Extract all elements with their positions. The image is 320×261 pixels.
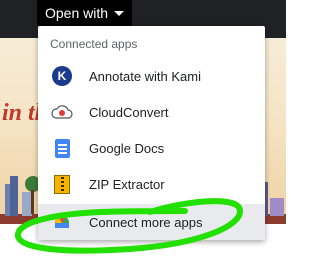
- open-with-label: Open with: [45, 5, 109, 21]
- kami-icon: K: [51, 65, 73, 87]
- menu-header: Connected apps: [50, 37, 138, 51]
- menu-item-label: Google Docs: [89, 140, 165, 156]
- zip-extractor-icon: [51, 173, 73, 195]
- menu-item-label: CloudConvert: [89, 104, 169, 120]
- menu-item-cloudconvert[interactable]: CloudConvert: [38, 94, 265, 130]
- caret-down-icon: [114, 10, 125, 16]
- menu-item-label: Annotate with Kami: [89, 68, 202, 84]
- menu-item-connect-more-apps[interactable]: Connect more apps: [38, 204, 265, 240]
- menu-item-google-docs[interactable]: Google Docs: [38, 130, 265, 166]
- menu-item-label: ZIP Extractor: [89, 176, 165, 192]
- open-with-menu: Connected apps K Annotate with Kami Clou…: [38, 26, 265, 240]
- menu-item-label: Connect more apps: [89, 214, 203, 230]
- open-with-button[interactable]: Open with: [37, 0, 133, 26]
- menu-item-kami[interactable]: K Annotate with Kami: [38, 58, 265, 94]
- marketplace-icon: [51, 211, 73, 233]
- cloudconvert-icon: [51, 101, 73, 123]
- google-docs-icon: [51, 137, 73, 159]
- menu-item-zip-extractor[interactable]: ZIP Extractor: [38, 166, 265, 202]
